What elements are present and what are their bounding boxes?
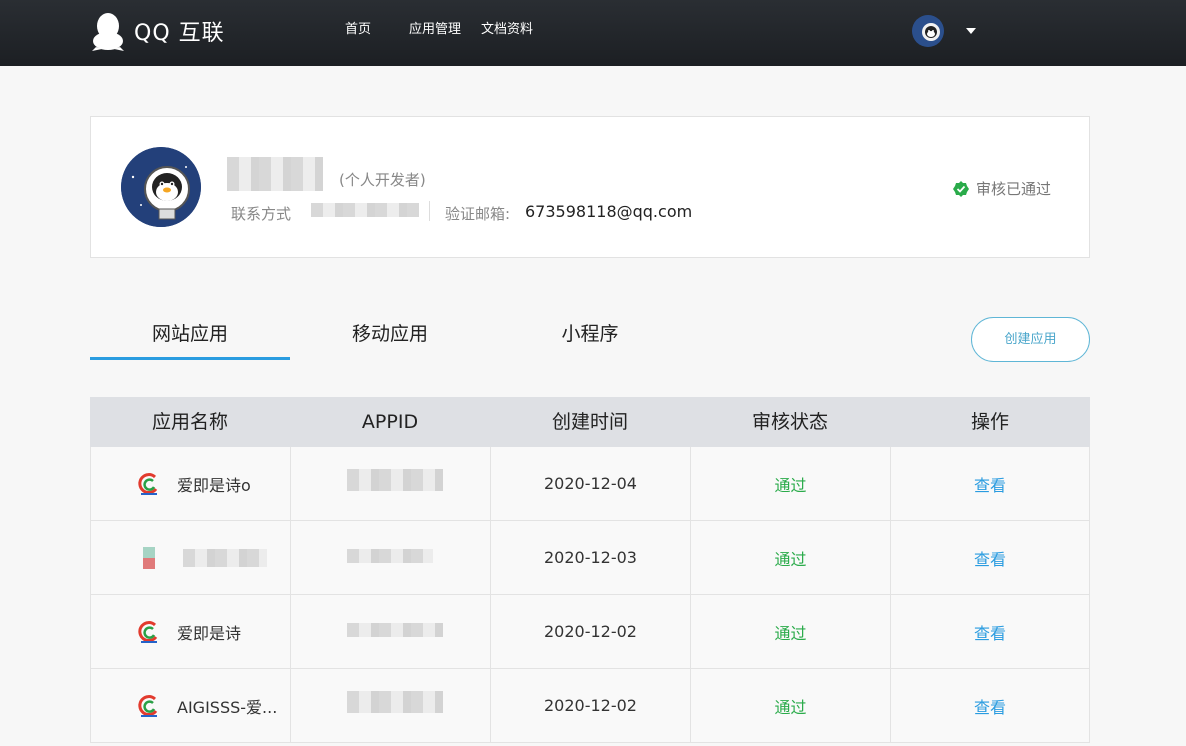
redacted-app-icon xyxy=(143,546,155,569)
chevron-down-icon[interactable] xyxy=(966,28,976,34)
view-link[interactable]: 查看 xyxy=(890,669,1090,742)
redacted-appid xyxy=(347,691,443,713)
table-row: AIGISSS-爱... 2020-12-02 通过 查看 xyxy=(90,669,1090,743)
redacted-appid xyxy=(347,469,443,491)
created-date: 2020-12-04 xyxy=(490,447,690,520)
table-row: 爱即是诗 2020-12-02 通过 查看 xyxy=(90,595,1090,669)
appid-cell xyxy=(290,521,490,594)
email-label: 验证邮箱: xyxy=(445,205,511,223)
penguin-avatar-icon xyxy=(912,15,944,47)
redacted-contact-value xyxy=(311,203,419,217)
view-link[interactable]: 查看 xyxy=(890,595,1090,668)
redacted-appid xyxy=(347,549,433,563)
view-link[interactable]: 查看 xyxy=(890,447,1090,520)
app-logo-icon xyxy=(138,694,158,717)
table-header: 应用名称 APPID 创建时间 审核状态 操作 xyxy=(90,397,1090,447)
contact-label: 联系方式 xyxy=(231,205,292,223)
logo-text: QQ 互联 xyxy=(134,21,225,46)
app-name: AIGISSS-爱... xyxy=(177,697,278,717)
created-date: 2020-12-03 xyxy=(490,521,690,594)
col-header-created: 创建时间 xyxy=(551,411,628,433)
redacted-app-name xyxy=(183,548,267,567)
developer-type: (个人开发者) xyxy=(339,171,426,189)
app-name-cell: 爱即是诗 xyxy=(90,595,290,668)
table-row: 爱即是诗o 2020-12-04 通过 查看 xyxy=(90,447,1090,521)
developer-profile-card: (个人开发者) 联系方式 验证邮箱: 673598118@qq.com 审核已通… xyxy=(90,116,1090,258)
app-logo-icon xyxy=(138,620,158,643)
qq-connect-logo[interactable]: QQ 互联 xyxy=(90,10,225,52)
created-date: 2020-12-02 xyxy=(490,595,690,668)
col-header-app-name: 应用名称 xyxy=(151,411,228,433)
tab-website-apps[interactable]: 网站应用 xyxy=(90,316,290,360)
appid-cell xyxy=(290,447,490,520)
appid-cell xyxy=(290,595,490,668)
penguin-astronaut-icon xyxy=(121,147,201,227)
redacted-appid xyxy=(347,623,443,637)
col-header-action: 操作 xyxy=(970,411,1009,433)
app-name: 爱即是诗 xyxy=(177,623,242,643)
review-status: 审核已通过 xyxy=(953,178,1051,199)
user-menu[interactable] xyxy=(912,15,976,47)
status-badge: 通过 xyxy=(690,521,890,594)
tab-mini-programs[interactable]: 小程序 xyxy=(490,316,690,360)
main-nav: 首页 应用管理 文档资料 xyxy=(345,20,553,40)
user-avatar[interactable] xyxy=(912,15,944,47)
view-link[interactable]: 查看 xyxy=(890,521,1090,594)
nav-home[interactable]: 首页 xyxy=(345,20,371,40)
appid-cell xyxy=(290,669,490,742)
app-name-cell: 爱即是诗o xyxy=(90,447,290,520)
col-header-appid: APPID xyxy=(361,411,419,433)
col-header-status: 审核状态 xyxy=(751,411,828,433)
divider xyxy=(429,201,430,221)
app-name-cell: AIGISSS-爱... xyxy=(90,669,290,742)
created-date: 2020-12-02 xyxy=(490,669,690,742)
status-badge: 通过 xyxy=(690,447,890,520)
tab-mobile-apps[interactable]: 移动应用 xyxy=(290,316,490,360)
apps-table: 应用名称 APPID 创建时间 审核状态 操作 爱即是诗o 2020-12-04… xyxy=(90,397,1090,743)
developer-avatar xyxy=(121,147,201,227)
status-badge: 通过 xyxy=(690,669,890,742)
status-badge: 通过 xyxy=(690,595,890,668)
nav-app-management[interactable]: 应用管理 xyxy=(409,20,461,40)
top-navigation-bar: QQ 互联 首页 应用管理 文档资料 xyxy=(0,0,1186,66)
app-name-cell xyxy=(90,521,290,594)
nav-docs[interactable]: 文档资料 xyxy=(481,20,533,40)
app-name: 爱即是诗o xyxy=(177,475,251,495)
email-value: 673598118@qq.com xyxy=(525,202,693,221)
table-row: 2020-12-03 通过 查看 xyxy=(90,521,1090,595)
app-logo-icon xyxy=(138,472,158,495)
redacted-developer-name xyxy=(227,157,323,191)
review-status-text: 审核已通过 xyxy=(976,180,1052,198)
app-type-tabs: 网站应用 移动应用 小程序 xyxy=(90,316,690,360)
qq-penguin-icon xyxy=(92,13,124,51)
create-app-button[interactable]: 创建应用 xyxy=(971,317,1090,362)
verified-check-icon xyxy=(953,180,969,197)
